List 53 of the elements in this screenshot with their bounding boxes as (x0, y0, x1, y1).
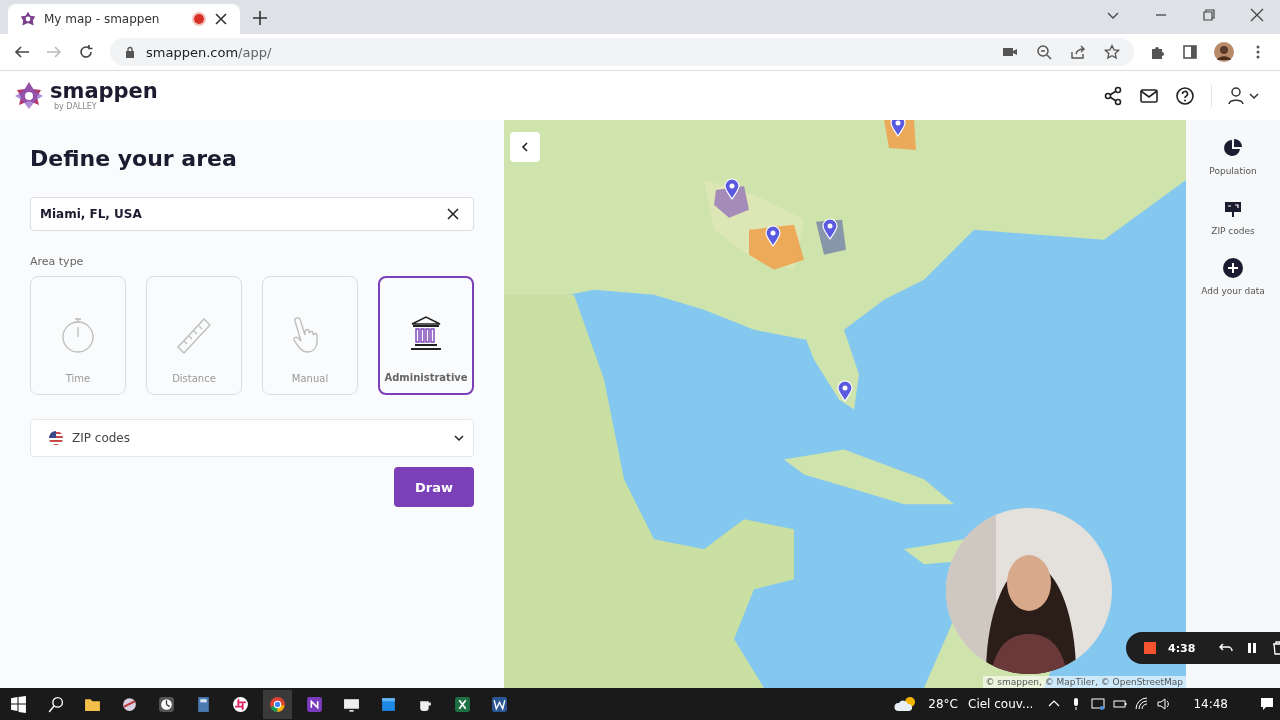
reload-icon[interactable] (78, 44, 94, 60)
clear-icon[interactable] (447, 208, 459, 220)
new-tab-icon[interactable] (252, 10, 268, 26)
display-icon[interactable] (1091, 697, 1106, 711)
wifi-icon[interactable] (1135, 697, 1150, 711)
speaker-icon[interactable] (1157, 697, 1172, 711)
excel-icon[interactable] (454, 695, 471, 713)
onenote-icon[interactable] (306, 695, 323, 713)
lock-icon (124, 46, 136, 58)
url-text: smappen.com/app/ (146, 44, 272, 60)
tab-title: My map - smappen (44, 12, 161, 26)
user-menu-icon[interactable] (1228, 85, 1262, 106)
star-icon[interactable] (1104, 44, 1120, 60)
window-app-icon[interactable] (380, 695, 397, 713)
chevron-down-icon (453, 432, 465, 444)
zoom-out-icon[interactable] (1036, 44, 1052, 60)
restore-icon[interactable] (1202, 8, 1216, 22)
temperature-text: 28°C (928, 697, 958, 711)
close-icon[interactable] (214, 12, 228, 26)
puzzle-icon[interactable] (1150, 44, 1166, 60)
app-icon[interactable] (121, 695, 138, 713)
weather-text: Ciel couv... (968, 697, 1034, 711)
rail-item[interactable]: ZIP codes (1211, 198, 1255, 236)
pie-chart-icon (1223, 138, 1243, 158)
area-type-card[interactable]: Administrative (378, 276, 474, 395)
windows-start-icon[interactable] (10, 695, 27, 713)
share-icon[interactable] (1103, 85, 1123, 106)
browser-tab[interactable]: My map - smappen (8, 4, 240, 34)
calculator-icon[interactable] (195, 695, 212, 713)
panel-title: Define your area (30, 146, 238, 171)
recording-icon (192, 12, 206, 26)
side-panel-icon[interactable] (1182, 44, 1198, 60)
logo-text: smappen (50, 80, 158, 102)
search-icon[interactable] (47, 695, 64, 713)
avatar-icon[interactable] (1214, 42, 1234, 62)
search-field[interactable]: Miami, FL, USA (30, 197, 474, 231)
logo-byline: by DALLEY (54, 101, 97, 111)
address-bar[interactable]: smappen.com/app/ (110, 38, 1134, 66)
rail-item[interactable]: Add your data (1201, 258, 1265, 296)
area-type-label: Area type (30, 255, 85, 268)
word-icon[interactable] (491, 695, 508, 713)
clock-text: 14:48 (1193, 697, 1228, 711)
zip-codes-dropdown[interactable]: ZIP codes (30, 419, 474, 457)
notification-icon[interactable] (1260, 697, 1274, 711)
rail-item[interactable]: Population (1209, 138, 1257, 176)
back-arrow-icon[interactable] (14, 44, 30, 60)
draw-button[interactable]: Draw (394, 467, 474, 507)
close-icon[interactable] (1250, 8, 1264, 22)
clock-icon[interactable] (158, 695, 175, 713)
help-icon[interactable] (1175, 85, 1195, 106)
add-icon (1223, 258, 1243, 278)
share-icon[interactable] (1070, 44, 1086, 60)
battery-icon[interactable] (1113, 697, 1128, 711)
